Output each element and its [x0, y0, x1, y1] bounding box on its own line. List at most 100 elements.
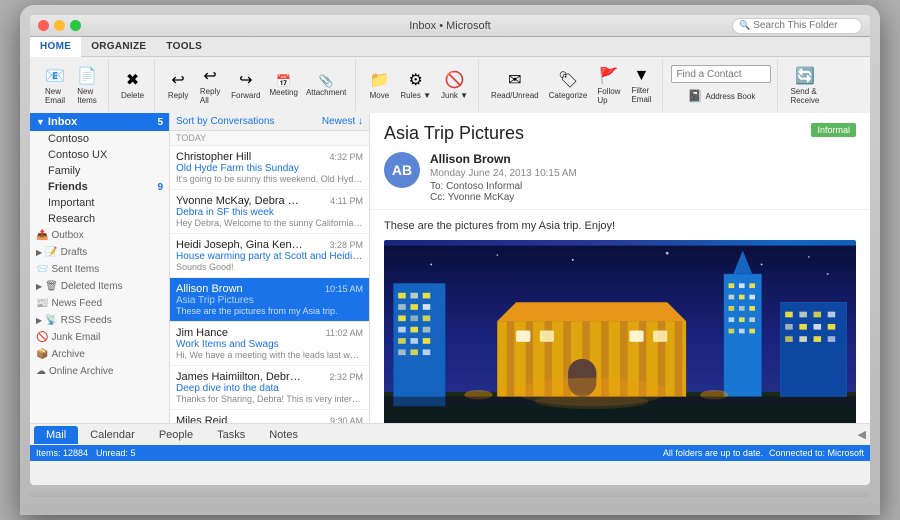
new-buttons: 📧 NewEmail 📄 NewItems: [40, 64, 102, 107]
move-buttons: 📁 Move ⚙ Rules ▼ 🚫 Junk ▼: [364, 68, 472, 102]
collapse-button[interactable]: ◀: [858, 428, 866, 441]
search-input[interactable]: [753, 20, 855, 31]
drafts-icon: 📝: [45, 247, 57, 258]
delete-button[interactable]: ✖ Delete: [117, 68, 148, 102]
sidebar-news-feed[interactable]: 📰 News Feed: [30, 295, 169, 312]
tag-buttons: ✉ Read/Unread 🏷 Categorize 🚩 FollowUp ▼ …: [487, 64, 656, 107]
tab-mail[interactable]: Mail: [34, 426, 78, 444]
tab-home[interactable]: HOME: [30, 37, 81, 57]
follow-up-button[interactable]: 🚩 FollowUp: [593, 64, 624, 107]
sender-1: Yvonne McKay, Debra Garcia: [176, 195, 306, 207]
tab-tasks[interactable]: Tasks: [205, 426, 257, 444]
sidebar-item-important[interactable]: Important: [30, 195, 169, 211]
sidebar-drafts[interactable]: ▶ 📝 Drafts: [30, 244, 169, 261]
title-search-box[interactable]: 🔍: [732, 18, 862, 34]
time-1: 4:11 PM: [330, 196, 363, 206]
sort-label[interactable]: Sort by Conversations: [176, 116, 274, 127]
tab-notes[interactable]: Notes: [257, 426, 310, 444]
sidebar-inbox[interactable]: ▼ Inbox 5: [30, 113, 169, 131]
forward-icon: ↪: [239, 70, 252, 90]
attachment-icon: 📎: [319, 74, 334, 88]
main-area: ▼ Inbox 5 Contoso Contoso UX Family Frie…: [30, 113, 870, 423]
time-2: 3:28 PM: [329, 240, 363, 250]
sidebar-archive[interactable]: 📦 Archive: [30, 346, 169, 363]
address-book-button[interactable]: 📓 Address Book: [684, 87, 760, 105]
all-folders-status: All folders are up to date.: [663, 448, 763, 458]
archive-icon: 📦: [36, 349, 48, 360]
email-item-5[interactable]: James Haimiilton, Debra Garcia 2:32 PM D…: [170, 366, 369, 410]
sidebar-item-contoso-ux[interactable]: Contoso UX: [30, 147, 169, 163]
status-bar-right: All folders are up to date. Connected to…: [663, 448, 864, 458]
tab-people[interactable]: People: [147, 426, 205, 444]
time-4: 11:02 AM: [326, 328, 363, 338]
preview-4: Hi, We have a meeting with the leads las…: [176, 350, 363, 360]
email-item-4[interactable]: Jim Hance 11:02 AM Work Items and Swags …: [170, 322, 369, 366]
send-receive-button[interactable]: 🔄 Send &Receive: [786, 64, 823, 107]
forward-button[interactable]: ↪ Forward: [227, 68, 264, 102]
attachment-button[interactable]: 📎 Attachment: [303, 73, 349, 98]
contoso-ux-label: Contoso UX: [48, 149, 107, 161]
move-button[interactable]: 📁 Move: [364, 68, 394, 102]
email-item-0[interactable]: Christopher Hill 4:32 PM Old Hyde Farm t…: [170, 146, 369, 190]
bottom-navigation: Mail Calendar People Tasks Notes ◀: [30, 423, 870, 445]
email-item-3[interactable]: Allison Brown 10:15 AM Asia Trip Picture…: [170, 278, 369, 322]
meeting-button[interactable]: 📅 Meeting: [266, 73, 300, 98]
inbox-arrow-icon: ▼: [36, 117, 45, 127]
subject-1: Debra in SF this week: [176, 207, 363, 218]
outbox-label: Outbox: [51, 230, 83, 241]
new-email-button[interactable]: 📧 NewEmail: [40, 64, 70, 107]
find-contact-input[interactable]: [671, 65, 771, 83]
city-scene-svg: [384, 240, 856, 423]
sidebar-outbox[interactable]: 📤 Outbox: [30, 227, 169, 244]
drafts-arrow-icon: ▶: [36, 248, 42, 257]
rss-arrow-icon: ▶: [36, 316, 42, 325]
avatar: AB: [384, 152, 420, 188]
screen: Inbox • Microsoft 🔍 HOME ORGANIZE TOOLS …: [30, 15, 870, 485]
family-label: Family: [48, 165, 80, 177]
subject-2: House warming party at Scott and Heidi's…: [176, 251, 363, 262]
ribbon-group-new: 📧 NewEmail 📄 NewItems: [34, 59, 109, 111]
rules-button[interactable]: ⚙ Rules ▼: [396, 68, 435, 102]
deleted-label: Deleted Items: [61, 281, 123, 292]
avatar-initials: AB: [392, 162, 412, 178]
sidebar-online-archive[interactable]: ☁ Online Archive: [30, 363, 169, 380]
newest-label[interactable]: Newest ↓: [322, 116, 363, 127]
sidebar-sent[interactable]: 📨 Sent Items: [30, 261, 169, 278]
sent-label: Sent Items: [51, 264, 99, 275]
sidebar-rss[interactable]: ▶ 📡 RSS Feeds: [30, 312, 169, 329]
new-items-button[interactable]: 📄 NewItems: [72, 64, 102, 107]
minimize-button[interactable]: [54, 20, 65, 31]
online-archive-label: Online Archive: [49, 366, 113, 377]
email-title: Asia Trip Pictures: [384, 123, 524, 144]
follow-up-icon: 🚩: [599, 66, 619, 86]
email-item-2[interactable]: Heidi Joseph, Gina Kennedy, Ralph Stamm,…: [170, 234, 369, 278]
tab-organize[interactable]: ORGANIZE: [81, 37, 156, 56]
sidebar-item-friends[interactable]: Friends 9: [30, 179, 169, 195]
close-button[interactable]: [38, 20, 49, 31]
reply-all-button[interactable]: ↩ ReplyAll: [195, 64, 225, 107]
email-item-6[interactable]: Miles Reid 9:30 AM Summer Intern Talks S…: [170, 410, 369, 423]
sidebar-junk[interactable]: 🚫 Junk Email: [30, 329, 169, 346]
sidebar-item-contoso[interactable]: Contoso: [30, 131, 169, 147]
email-item-1[interactable]: Yvonne McKay, Debra Garcia 4:11 PM Debra…: [170, 190, 369, 234]
reading-cc: Cc: Yvonne McKay: [430, 192, 577, 203]
maximize-button[interactable]: [70, 20, 81, 31]
subject-5: Deep dive into the data: [176, 383, 363, 394]
reply-button[interactable]: ↩ Reply: [163, 68, 193, 102]
categorize-button[interactable]: 🏷 Categorize: [545, 68, 592, 102]
junk-button[interactable]: 🚫 Junk ▼: [437, 68, 472, 102]
filter-email-button[interactable]: ▼ FilterEmail: [626, 65, 656, 106]
sidebar-item-family[interactable]: Family: [30, 163, 169, 179]
subject-3: Asia Trip Pictures: [176, 295, 363, 306]
contoso-label: Contoso: [48, 133, 89, 145]
laptop-outer: Inbox • Microsoft 🔍 HOME ORGANIZE TOOLS …: [20, 5, 880, 515]
reading-header: Asia Trip Pictures Informal AB Allison B…: [370, 113, 870, 210]
sidebar-item-research[interactable]: Research: [30, 211, 169, 227]
tab-calendar[interactable]: Calendar: [78, 426, 147, 444]
tab-tools[interactable]: TOOLS: [156, 37, 212, 56]
sidebar-deleted[interactable]: ▶ 🗑 Deleted Items: [30, 278, 169, 295]
important-label: Important: [48, 197, 94, 209]
news-label: News Feed: [51, 298, 102, 309]
news-icon: 📰: [36, 298, 48, 309]
read-unread-button[interactable]: ✉ Read/Unread: [487, 68, 543, 102]
